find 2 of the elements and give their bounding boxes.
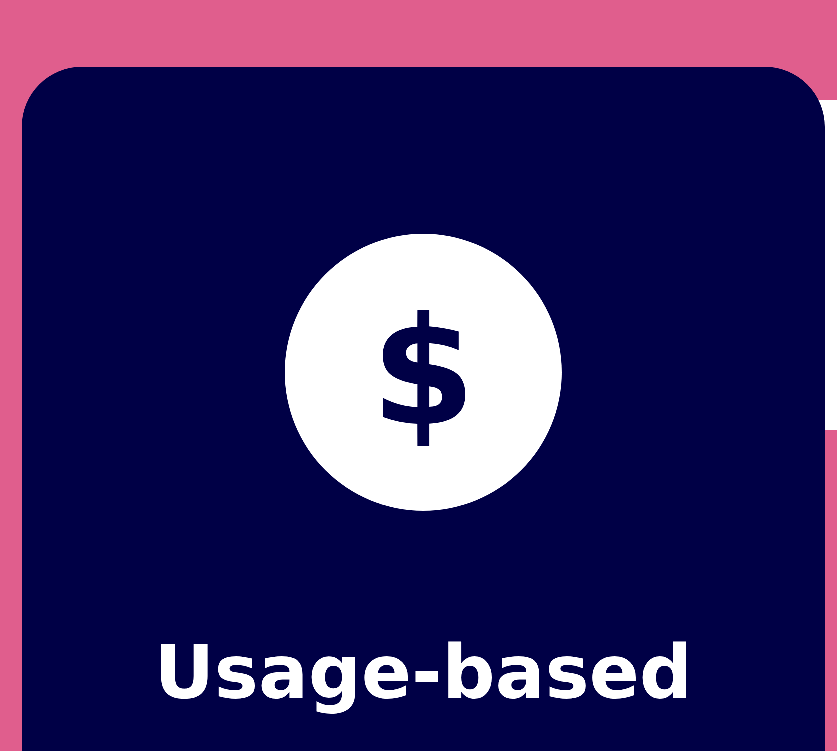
card-title: Usage-based bbox=[154, 633, 693, 714]
dollar-sign: $ bbox=[371, 298, 476, 448]
